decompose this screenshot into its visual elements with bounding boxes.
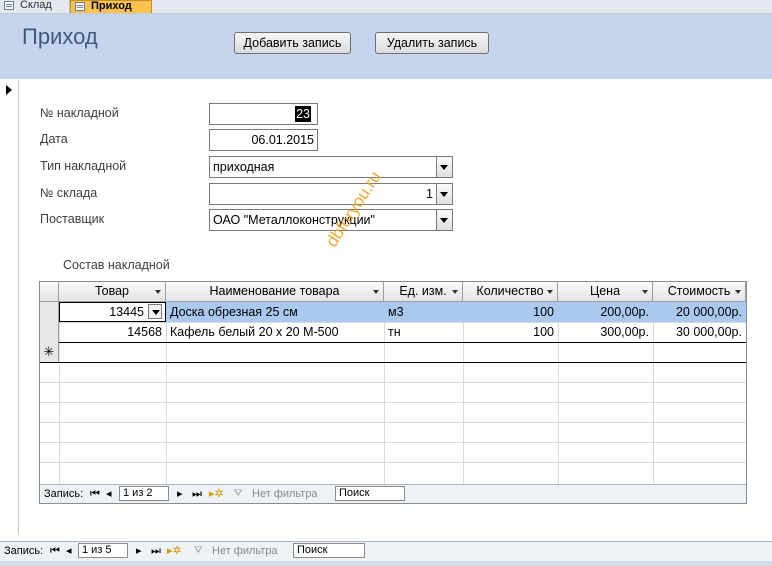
delete-record-button[interactable]: Удалить запись [375, 32, 489, 54]
main-record-navigation: Запись: ⏮ ◂ 1 из 5 ▸ ⏭ ▸✲ ⛛ Нет фильтра … [0, 541, 772, 561]
chevron-down-icon[interactable] [148, 304, 162, 319]
tab-prihod[interactable]: Приход [70, 0, 152, 13]
record-nav-label: Запись: [4, 545, 44, 557]
status-strip [0, 561, 772, 566]
column-header-name[interactable]: Наименование товара [166, 282, 384, 302]
current-record-arrow-icon [6, 85, 12, 95]
select-all-corner[interactable] [40, 282, 59, 302]
cell-name[interactable]: Доска обрезная 25 см [166, 302, 384, 322]
column-header-label: Цена [589, 284, 621, 298]
column-header-label: Товар [94, 284, 129, 298]
column-header-cost[interactable]: Стоимость [653, 282, 746, 302]
chevron-down-icon[interactable] [373, 290, 379, 294]
subform-record-navigation: Запись: ⏮ ◂ 1 из 2 ▸ ⏭ ▸✲ ⛛ Нет фильтра … [40, 484, 746, 503]
chevron-down-icon[interactable] [452, 290, 458, 294]
new-record-icon[interactable]: ✳ [40, 342, 59, 362]
last-record-icon[interactable]: ⏭ [192, 486, 202, 502]
column-header-label: Стоимость [667, 284, 731, 298]
form-icon [75, 2, 85, 11]
invoice-no-label: № накладной [40, 106, 119, 120]
new-record-nav-icon[interactable]: ▸✲ [167, 543, 182, 559]
warehouse-no-value: 1 [426, 187, 433, 201]
record-selector[interactable] [0, 80, 19, 535]
prev-record-icon[interactable]: ◂ [106, 486, 112, 502]
cell-qty[interactable]: 100 [463, 302, 558, 322]
cell-price[interactable]: 300,00р. [558, 322, 653, 342]
tab-sklad[interactable]: Склад [0, 0, 70, 13]
subform-title: Состав накладной [63, 258, 170, 272]
warehouse-no-label: № склада [40, 186, 98, 200]
search-input[interactable]: Поиск [293, 543, 365, 558]
chevron-down-icon[interactable] [436, 184, 452, 204]
tab-label: Склад [20, 0, 52, 11]
supplier-label: Поставщик [40, 212, 105, 226]
new-record-nav-icon[interactable]: ▸✲ [209, 486, 224, 502]
row-selector[interactable] [40, 302, 59, 322]
first-record-icon[interactable]: ⏮ [50, 543, 60, 559]
chevron-down-icon[interactable] [436, 157, 452, 177]
record-nav-label: Запись: [44, 488, 84, 500]
chevron-down-icon[interactable] [547, 290, 553, 294]
cell-qty[interactable]: 100 [463, 322, 558, 342]
next-record-icon[interactable]: ▸ [177, 486, 183, 502]
filter-icon[interactable]: ⛛ [194, 543, 202, 559]
column-header-product[interactable]: Товар [59, 282, 166, 302]
column-header-price[interactable]: Цена [558, 282, 653, 302]
cell-name[interactable]: Кафель белый 20 х 20 М-500 [166, 322, 384, 342]
chevron-down-icon[interactable] [436, 210, 452, 230]
chevron-down-icon[interactable] [735, 290, 741, 294]
filter-icon[interactable]: ⛛ [234, 486, 242, 502]
invoice-type-value: приходная [213, 160, 275, 174]
last-record-icon[interactable]: ⏭ [151, 543, 161, 559]
invoice-no-field[interactable]: 23 [209, 103, 318, 125]
form-title: Приход [22, 24, 98, 49]
invoice-type-combo[interactable]: приходная [209, 156, 453, 178]
row-selector[interactable] [40, 322, 59, 342]
search-input[interactable]: Поиск [335, 486, 405, 501]
cell-unit[interactable]: тн [384, 322, 463, 342]
column-header-qty[interactable]: Количество [463, 282, 558, 302]
column-header-label: Наименование товара [209, 284, 340, 298]
cell-product[interactable]: 13445 [59, 302, 148, 322]
cell-cost[interactable]: 20 000,00р. [653, 302, 746, 322]
cell-price[interactable]: 200,00р. [558, 302, 653, 322]
filter-status[interactable]: Нет фильтра [212, 543, 278, 559]
invoice-items-grid: Товар Наименование товара Ед. изм. Колич… [39, 281, 747, 504]
chevron-down-icon[interactable] [642, 290, 648, 294]
first-record-icon[interactable]: ⏮ [90, 486, 100, 502]
column-header-label: Количество [476, 284, 544, 298]
warehouse-no-combo[interactable]: 1 [209, 183, 453, 205]
form-icon [4, 1, 14, 10]
column-header-unit[interactable]: Ед. изм. [384, 282, 463, 302]
cell-unit[interactable]: м3 [384, 302, 463, 322]
cell-cost[interactable]: 30 000,00р. [653, 322, 746, 342]
prev-record-icon[interactable]: ◂ [66, 543, 72, 559]
invoice-type-label: Тип накладной [40, 159, 127, 173]
date-label: Дата [40, 132, 68, 146]
record-position-input[interactable]: 1 из 5 [78, 543, 128, 558]
date-field[interactable]: 06.01.2015 [209, 129, 318, 151]
cell-product[interactable]: 14568 [59, 322, 166, 342]
filter-status[interactable]: Нет фильтра [252, 486, 318, 502]
next-record-icon[interactable]: ▸ [136, 543, 142, 559]
tab-label: Приход [91, 0, 132, 12]
chevron-down-icon[interactable] [155, 290, 161, 294]
add-record-button[interactable]: Добавить запись [234, 32, 351, 54]
invoice-no-value: 23 [295, 106, 311, 122]
record-position-input[interactable]: 1 из 2 [119, 486, 169, 501]
column-header-label: Ед. изм. [399, 284, 447, 298]
